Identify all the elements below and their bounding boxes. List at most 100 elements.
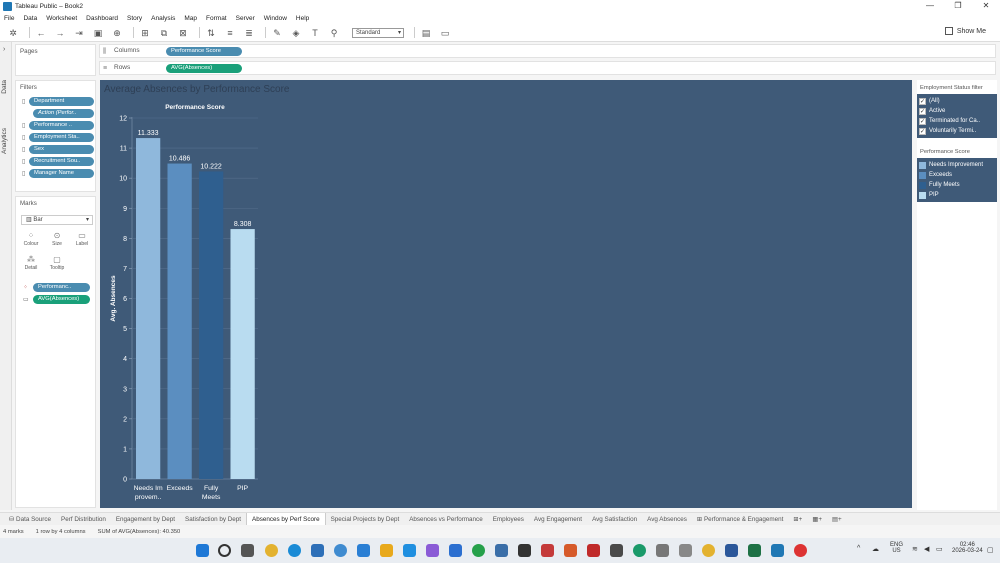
menu-worksheet[interactable]: Worksheet (46, 15, 77, 22)
menu-data[interactable]: Data (23, 15, 37, 22)
filter-pill-sex[interactable]: Sex (29, 145, 94, 154)
mark-type-select[interactable]: ▥ Bar ▾ (21, 215, 93, 225)
checkbox-checked-icon[interactable]: ✓ (919, 97, 926, 105)
viz-canvas[interactable]: Average Absences by Performance Score Pe… (100, 80, 912, 508)
file-explorer-icon[interactable] (380, 544, 393, 557)
filter-option-all[interactable]: ✓ (All) (919, 96, 995, 106)
tab-sheet[interactable]: Avg Absences (642, 513, 692, 526)
legend-item[interactable]: Fully Meets (919, 180, 995, 190)
analytics-tab[interactable]: Analytics (1, 128, 8, 154)
notification-icon[interactable]: ▢ (987, 546, 994, 554)
new-worksheet-icon[interactable]: ⊞ (138, 26, 152, 40)
presentation-icon[interactable]: ▭ (438, 26, 452, 40)
checkbox-checked-icon[interactable]: ✓ (919, 117, 926, 125)
app-icon[interactable] (518, 544, 531, 557)
tab-sheet[interactable]: Avg Satisfaction (587, 513, 642, 526)
filter-pill-action[interactable]: Action (Perfor.. (33, 109, 94, 118)
tab-sheet[interactable]: Perf Distribution (56, 513, 111, 526)
app-icon[interactable] (587, 544, 600, 557)
colour-button[interactable]: ⁘ Colour (20, 230, 42, 250)
pin-icon[interactable]: ⚲ (327, 26, 341, 40)
app-icon[interactable] (564, 544, 577, 557)
tab-sheet[interactable]: Engagement by Dept (111, 513, 180, 526)
menu-server[interactable]: Server (236, 15, 255, 22)
legend-item[interactable]: PIP (919, 190, 995, 200)
tooltip-button[interactable]: ▢ Tooltip (46, 254, 68, 274)
app-icon[interactable] (357, 544, 370, 557)
detail-button[interactable]: ⁂ Detail (20, 254, 42, 274)
save-icon[interactable]: ▣ (91, 26, 105, 40)
show-cards-icon[interactable]: ▤ (419, 26, 433, 40)
fit-select[interactable]: Standard (352, 27, 404, 38)
redo-icon[interactable]: → (53, 26, 67, 40)
menu-format[interactable]: Format (206, 15, 227, 22)
task-view-icon[interactable] (241, 544, 254, 557)
highlight-icon[interactable]: ✎ (270, 26, 284, 40)
show-me-button[interactable]: Show Me (944, 27, 986, 35)
sort-ascending-icon[interactable]: ≡ (223, 26, 237, 40)
rows-shelf[interactable]: ≡ Rows AVG(Absences) (99, 61, 996, 75)
tab-sheet[interactable]: Satisfaction by Dept (180, 513, 246, 526)
vscode-icon[interactable] (449, 544, 462, 557)
filter-option-active[interactable]: ✓ Active (919, 106, 995, 116)
new-dashboard-tab-icon[interactable]: ▦+ (807, 513, 827, 526)
new-datasource-icon[interactable]: ⊕ (110, 26, 124, 40)
app-icon[interactable] (794, 544, 807, 557)
windows-start-icon[interactable] (196, 544, 209, 557)
tab-data-source[interactable]: ⛁ Data Source (4, 513, 56, 526)
legend-item[interactable]: Needs Improvement (919, 160, 995, 170)
tab-sheet[interactable]: Employees (488, 513, 529, 526)
filter-pill-manager-name[interactable]: Manager Name (29, 169, 94, 178)
app-icon[interactable] (541, 544, 554, 557)
chrome-icon[interactable] (702, 544, 715, 557)
app-icon[interactable] (633, 544, 646, 557)
tray-chevron-icon[interactable]: ^ (857, 545, 860, 552)
filter-pill-employment-status[interactable]: Employment Sta.. (29, 133, 94, 142)
volume-icon[interactable]: ◀ (924, 545, 929, 553)
data-tab[interactable]: Data (1, 80, 8, 94)
clock[interactable]: 02:46 2026-03-24 (952, 542, 983, 554)
size-button[interactable]: ⊙ Size (46, 230, 68, 250)
clear-sheet-icon[interactable]: ⊠ (176, 26, 190, 40)
filter-pill-performance[interactable]: Performance .. (29, 121, 94, 130)
columns-pill[interactable]: Performance Score (166, 47, 242, 56)
checkbox-checked-icon[interactable]: ✓ (919, 107, 926, 115)
edge-icon[interactable] (288, 544, 301, 557)
battery-icon[interactable]: ▭ (936, 545, 943, 553)
app-icon[interactable] (679, 544, 692, 557)
app-icon[interactable] (426, 544, 439, 557)
tableau-logo-icon[interactable]: ✲ (6, 26, 20, 40)
menu-dashboard[interactable]: Dashboard (86, 15, 118, 22)
excel-icon[interactable] (748, 544, 761, 557)
filter-pill-department[interactable]: Department (29, 97, 94, 106)
menu-analysis[interactable]: Analysis (151, 15, 175, 22)
tab-sheet[interactable]: Absences vs Performance (404, 513, 488, 526)
app-icon[interactable] (334, 544, 347, 557)
tab-sheet[interactable]: Avg Engagement (529, 513, 587, 526)
menu-map[interactable]: Map (184, 15, 197, 22)
new-story-tab-icon[interactable]: ▤+ (827, 513, 847, 526)
tab-dashboard[interactable]: ⊞ Performance & Engagement (692, 513, 789, 526)
swap-icon[interactable]: ⇅ (204, 26, 218, 40)
new-worksheet-tab-icon[interactable]: ⊞+ (788, 513, 807, 526)
label-button[interactable]: ▭ Label (71, 230, 93, 250)
checkbox-checked-icon[interactable]: ✓ (919, 127, 926, 135)
cloud-icon[interactable]: ☁ (872, 545, 879, 553)
close-button[interactable]: ✕ (972, 0, 1000, 12)
rows-pill[interactable]: AVG(Absences) (166, 64, 242, 73)
filter-option-voluntarily[interactable]: ✓ Voluntarily Termi.. (919, 126, 995, 136)
menu-help[interactable]: Help (296, 15, 309, 22)
menu-story[interactable]: Story (127, 15, 142, 22)
tab-sheet-active[interactable]: Absences by Perf Score (246, 512, 326, 526)
search-icon[interactable] (218, 544, 231, 557)
marks-pill-performance[interactable]: Performanc.. (33, 283, 90, 292)
whatsapp-icon[interactable] (472, 544, 485, 557)
sort-descending-icon[interactable]: ≣ (242, 26, 256, 40)
columns-shelf[interactable]: ⫼ Columns Performance Score (99, 44, 996, 58)
group-icon[interactable]: ◈ (289, 26, 303, 40)
legend-item[interactable]: Exceeds (919, 170, 995, 180)
app-icon[interactable] (311, 544, 324, 557)
word-icon[interactable] (725, 544, 738, 557)
labels-icon[interactable]: T (308, 26, 322, 40)
marks-pill-avg-absences[interactable]: AVG(Absences) (33, 295, 90, 304)
